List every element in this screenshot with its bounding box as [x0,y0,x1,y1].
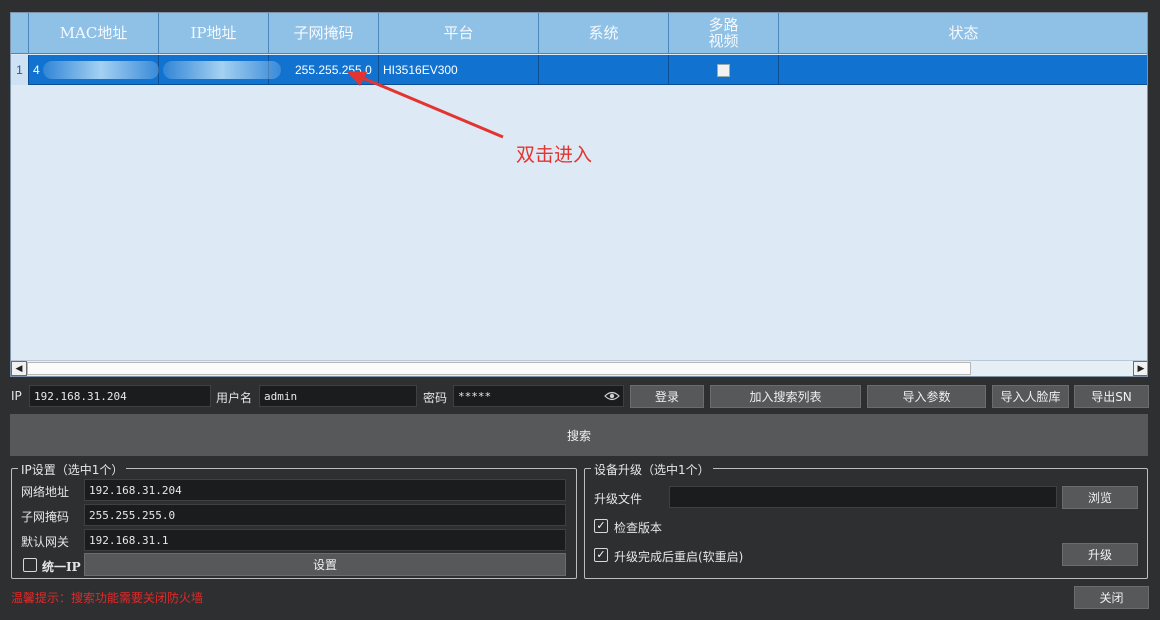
reboot-after-upgrade-label[interactable]: 升级完成后重启(软重启) [614,548,743,565]
add-to-search-list-button[interactable]: 加入搜索列表 [710,385,861,408]
export-sn-button[interactable]: 导出SN [1074,385,1149,408]
subnet-mask-label: 子网掩码 [21,510,70,524]
eye-icon[interactable] [604,390,620,402]
unified-ip-checkbox[interactable] [23,558,37,572]
ip-input[interactable]: 192.168.31.204 [29,385,211,407]
import-params-button[interactable]: 导入参数 [867,385,986,408]
upgrade-button[interactable]: 升级 [1062,543,1138,566]
net-address-input[interactable]: 192.168.31.204 [84,479,566,501]
upgrade-file-input[interactable] [669,486,1057,508]
firewall-warning: 温馨提示：搜索功能需要关闭防火墙 [11,591,204,605]
import-face-db-button[interactable]: 导入人脸库 [992,385,1069,408]
browse-button[interactable]: 浏览 [1062,486,1138,509]
ip-label: IP [11,389,22,403]
upgrade-title: 设备升级（选中1个） [591,461,713,478]
password-label: 密码 [423,391,448,405]
gateway-input[interactable]: 192.168.31.1 [84,529,566,551]
password-input[interactable]: ***** [453,385,624,407]
reboot-after-upgrade-checkbox[interactable]: ✓ [594,548,608,562]
annotation-label: 双击进入 [516,144,593,166]
username-label: 用户名 [216,391,253,405]
login-button[interactable]: 登录 [630,385,704,408]
upgrade-file-label: 升级文件 [594,492,643,506]
password-value: ***** [458,389,492,403]
subnet-mask-input[interactable]: 255.255.255.0 [84,504,566,526]
set-ip-button[interactable]: 设置 [84,553,566,576]
ip-settings-title: IP设置（选中1个） [18,461,127,478]
username-input[interactable]: admin [259,385,417,407]
close-button[interactable]: 关闭 [1074,586,1149,609]
net-address-label: 网络地址 [21,485,70,499]
search-button[interactable]: 搜索 [10,414,1148,456]
unified-ip-label[interactable]: 统一IP [42,558,81,575]
gateway-label: 默认网关 [21,535,70,549]
check-version-label[interactable]: 检查版本 [614,519,662,536]
check-version-checkbox[interactable]: ✓ [594,519,608,533]
